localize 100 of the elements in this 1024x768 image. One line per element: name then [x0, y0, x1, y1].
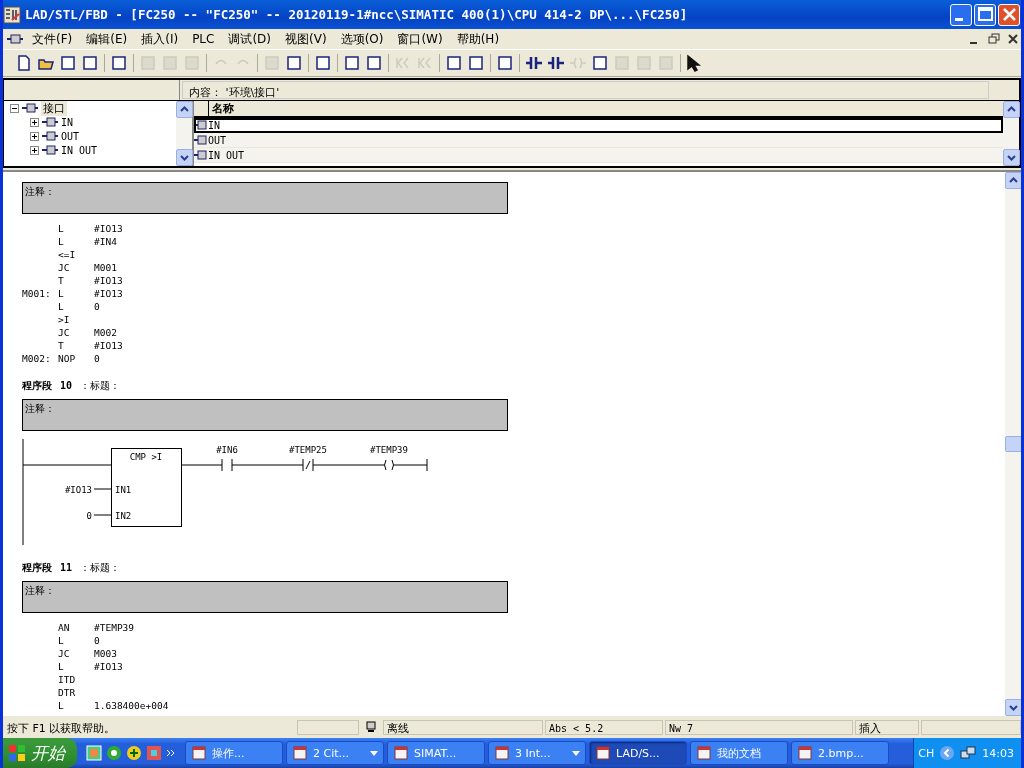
scrollbar[interactable] [1003, 101, 1019, 166]
window-icon [191, 745, 207, 761]
output-coil[interactable] [384, 459, 394, 471]
tree-item[interactable]: OUT [61, 130, 80, 142]
status-mode: 离线 [383, 719, 543, 735]
expand-icon[interactable] [30, 117, 39, 127]
operand: #IO13 [94, 223, 123, 234]
taskbar-button[interactable]: 操作... [185, 741, 283, 765]
interface-icon [41, 130, 59, 142]
browser-icon[interactable] [106, 745, 122, 761]
close-button[interactable] [998, 3, 1020, 26]
status-address: Abs < 5.2 [545, 719, 663, 735]
windows-logo-icon [8, 744, 26, 762]
operand: 0 [94, 635, 100, 646]
scroll-down-icon[interactable] [175, 149, 193, 166]
status-insert: 插入 [855, 719, 919, 735]
table-row[interactable]: OUT [194, 133, 1003, 148]
minimize-button[interactable] [950, 3, 972, 26]
menu-item[interactable]: 选项(O) [335, 30, 389, 48]
instruction: ITD [58, 674, 76, 685]
menu-item[interactable]: PLC [187, 32, 220, 46]
tray-expand-icon[interactable] [940, 746, 955, 760]
tree-item[interactable]: 接口 [41, 101, 67, 116]
operand: #IO13 [94, 661, 123, 672]
document-menu-icon[interactable] [7, 32, 23, 46]
instruction: T [58, 340, 64, 351]
jump-label: M002: [22, 353, 51, 364]
operand: M001 [94, 262, 117, 273]
menu-item[interactable]: 文件(F) [27, 30, 78, 48]
taskbar-button[interactable]: SIMAT... [387, 741, 485, 765]
comment-field[interactable]: 注释： [22, 581, 508, 613]
menu-item[interactable]: 调试(D) [223, 30, 277, 48]
plus-icon[interactable] [126, 745, 142, 761]
operand: #IN4 [94, 236, 117, 247]
status-help-text: 按下 F1 以获取帮助。 [6, 720, 117, 735]
taskbar-button[interactable]: LAD/S... [589, 741, 687, 765]
operand: 0 [94, 353, 100, 364]
operand-label: #IN6 [216, 445, 238, 455]
restore-button[interactable] [985, 31, 1002, 47]
maximize-button[interactable] [974, 3, 996, 26]
operand: M003 [94, 648, 117, 659]
network-title: ：标题： [80, 379, 121, 393]
taskbar-button[interactable]: 2 Cit... [286, 741, 384, 765]
instruction: NOP [58, 353, 76, 364]
operand: #IO13 [94, 288, 123, 299]
window-icon [696, 745, 712, 761]
comment-field[interactable]: 注释： [22, 399, 508, 431]
expand-icon[interactable] [30, 145, 39, 155]
network-heading: 程序段 [22, 561, 52, 575]
close-icon [1005, 32, 1020, 46]
instruction: L [58, 661, 64, 672]
operand-label: #TEMP39 [370, 445, 408, 455]
instruction: L [58, 236, 64, 247]
taskbar-button[interactable]: 3 Int... [488, 741, 586, 765]
expand-icon[interactable] [30, 131, 39, 141]
instruction: >I [58, 314, 70, 325]
scroll-up-icon[interactable] [1004, 172, 1021, 189]
menu-item[interactable]: 视图(V) [280, 30, 332, 48]
instruction: JC [58, 262, 70, 273]
status-field [297, 719, 359, 735]
comment-field[interactable]: 注释： [22, 182, 508, 214]
scroll-thumb[interactable] [1004, 436, 1021, 452]
menu-item[interactable]: 插入(I) [136, 30, 184, 48]
interface-icon [21, 102, 39, 114]
interface-icon [41, 116, 59, 128]
normally-open-contact[interactable] [221, 458, 233, 472]
normally-closed-contact[interactable] [302, 458, 314, 472]
start-button[interactable]: 开始 [3, 738, 77, 768]
table-row[interactable]: IN [194, 118, 1003, 133]
taskbar-button[interactable]: 我的文档 [690, 741, 788, 765]
instruction: L [58, 700, 64, 711]
scroll-down-icon[interactable] [1004, 699, 1021, 716]
network-number: 10 [60, 380, 73, 391]
app-icon [3, 5, 21, 24]
operand: #IO13 [94, 275, 123, 286]
more-icon[interactable] [166, 748, 176, 758]
operand: #TEMP39 [94, 622, 135, 633]
taskbar-button[interactable]: 2.bmp... [791, 741, 889, 765]
network-heading: 程序段 [22, 379, 52, 393]
menu-item[interactable]: 窗口(W) [392, 30, 448, 48]
column-header[interactable]: 名称 [209, 101, 234, 116]
collapse-icon[interactable] [10, 103, 19, 113]
operand: 0 [94, 301, 100, 312]
tree-item[interactable]: IN OUT [61, 144, 98, 156]
operand: #IO13 [94, 340, 123, 351]
scrollbar[interactable] [1005, 172, 1021, 716]
minimize-icon [970, 41, 977, 44]
interface-icon [194, 119, 208, 131]
menu-item[interactable]: 编辑(E) [81, 30, 133, 48]
scroll-down-icon[interactable] [1002, 149, 1020, 166]
interface-icon [194, 134, 208, 146]
scrollbar[interactable] [176, 101, 192, 166]
operand: M002 [94, 327, 117, 338]
app-icon[interactable] [146, 745, 162, 761]
tree-item[interactable]: IN [61, 116, 74, 128]
table-row[interactable]: IN OUT [194, 148, 1003, 163]
scroll-up-icon[interactable] [175, 101, 193, 118]
instruction: JC [58, 648, 70, 659]
menu-item[interactable]: 帮助(H) [451, 30, 505, 48]
pin-label: IN1 [115, 485, 132, 495]
